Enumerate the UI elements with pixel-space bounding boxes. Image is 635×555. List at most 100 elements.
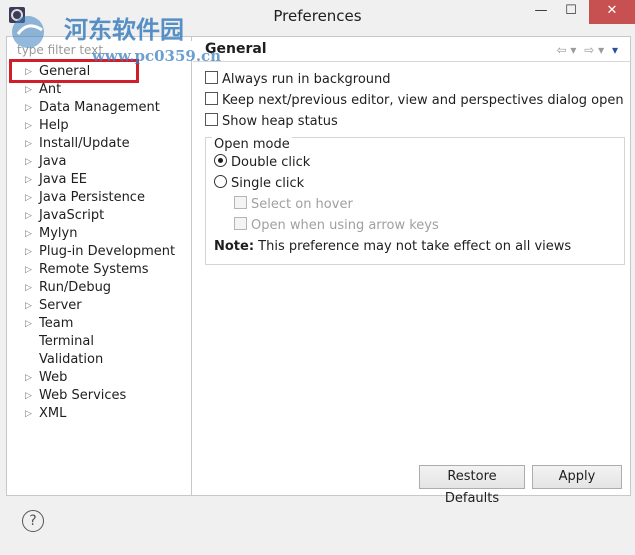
checkbox-icon[interactable] [205,113,218,126]
tree-item-label: Java Persistence [39,190,145,205]
checkbox-icon [234,196,247,209]
tree-item-label: XML [39,406,67,421]
tree-item-label: Mylyn [39,226,78,241]
minimize-button[interactable]: — [527,0,555,24]
title-separator [193,61,630,62]
tree-item-label: Remote Systems [39,262,149,277]
tree-item[interactable]: ▷ Java [7,153,191,171]
keep-editor-dialog-checkbox[interactable]: Keep next/previous editor, view and pers… [205,92,624,110]
tree-item-label: Plug-in Development [39,244,176,259]
back-arrow-icon[interactable]: ⇦ ▾ [557,43,577,57]
tree-item[interactable]: ▷ Install/Update [7,135,191,153]
tree-item[interactable]: ▷ Team [7,315,191,333]
radio-label: Double click [231,155,311,170]
always-run-background-checkbox[interactable]: Always run in background [205,71,391,89]
forward-arrow-icon[interactable]: ⇨ ▾ [584,43,604,57]
tree-item-label: JavaScript [39,208,105,223]
expand-arrow-icon[interactable]: ▷ [25,297,32,315]
tree-item[interactable]: ▷ Run/Debug [7,279,191,297]
tree-item[interactable]: ▷ Java Persistence [7,189,191,207]
title-bar: Preferences — ☐ ✕ [0,0,635,32]
note-body: This preference may not take effect on a… [254,239,572,254]
expand-arrow-icon[interactable]: ▷ [25,117,32,135]
tree-item-label: Terminal [39,334,94,349]
tree-item-label: Java [39,154,67,169]
single-click-radio[interactable]: Single click [214,175,304,193]
tree-item-label: Web Services [39,388,127,403]
checkbox-icon [234,217,247,230]
double-click-radio[interactable]: Double click [214,154,310,172]
help-icon[interactable]: ? [22,510,44,532]
checkbox-label: Show heap status [222,114,338,129]
tree-item[interactable]: ▷ Help [7,117,191,135]
expand-arrow-icon[interactable]: ▷ [25,315,32,333]
expand-arrow-icon[interactable]: ▷ [25,369,32,387]
apply-button[interactable]: Apply [532,465,622,489]
expand-arrow-icon[interactable]: ▷ [25,387,32,405]
checkbox-label: Select on hover [251,197,353,212]
expand-arrow-icon[interactable]: ▷ [25,99,32,117]
note-text: Note: This preference may not take effec… [214,238,571,256]
expand-arrow-icon[interactable]: ▷ [25,135,32,153]
tree-item[interactable]: Validation [7,351,191,369]
preference-tree-panel: type filter text ▷ General ▷ Ant ▷ Data Manag… [7,37,193,495]
expand-arrow-icon[interactable]: ▷ [25,81,32,99]
tree-item[interactable]: ▷ Server [7,297,191,315]
radio-icon[interactable] [214,175,227,188]
tree-item-label: Ant [39,82,62,97]
tree-item[interactable]: Terminal [7,333,191,351]
filter-input[interactable]: type filter text [11,41,193,59]
expand-arrow-icon[interactable]: ▷ [25,225,32,243]
restore-defaults-button[interactable]: Restore Defaults [419,465,525,506]
show-heap-status-checkbox[interactable]: Show heap status [205,113,338,131]
expand-arrow-icon[interactable]: ▷ [25,153,32,171]
tree-item-label: Help [39,118,69,133]
tree-item-label: Java EE [39,172,88,187]
view-menu-icon[interactable]: ▾ [612,43,618,57]
checkbox-label: Open when using arrow keys [251,218,439,233]
checkbox-icon[interactable] [205,71,218,84]
checkbox-icon[interactable] [205,92,218,105]
tree-item-label: Run/Debug [39,280,112,295]
tree-item[interactable]: ▷ Plug-in Development [7,243,191,261]
preference-page: General ⇦ ▾ ⇨ ▾ ▾ Always run in backgrou… [193,37,630,506]
tree-item-label: Install/Update [39,136,130,151]
tree-item[interactable]: ▷ Web [7,369,191,387]
page-nav: ⇦ ▾ ⇨ ▾ ▾ [553,43,619,57]
tree-item[interactable]: ▷ Mylyn [7,225,191,243]
maximize-button[interactable]: ☐ [557,0,585,24]
tree-item[interactable]: ▷ Java EE [7,171,191,189]
highlight-box [9,59,139,83]
tree-item[interactable]: ▷ XML [7,405,191,423]
note-label: Note: [214,239,255,254]
tree-item-label: Team [39,316,74,331]
tree-item-label: Server [39,298,82,313]
tree-item-label: Validation [39,352,104,367]
select-on-hover-checkbox: Select on hover [234,196,353,214]
tree-item-label: Web [39,370,68,385]
tree-item[interactable]: ▷ JavaScript [7,207,191,225]
open-arrow-keys-checkbox: Open when using arrow keys [234,217,439,235]
tree-item[interactable]: ▷ Remote Systems [7,261,191,279]
tree-item[interactable]: ▷ Web Services [7,387,191,405]
group-title: Open mode [212,137,292,152]
expand-arrow-icon[interactable]: ▷ [25,261,32,279]
expand-arrow-icon[interactable]: ▷ [25,405,32,423]
checkbox-label: Keep next/previous editor, view and pers… [222,93,624,108]
preference-tree: ▷ General ▷ Ant ▷ Data Management ▷ Help ▷ Instal… [7,63,191,423]
tree-item-label: Data Management [39,100,160,115]
radio-label: Single click [231,176,305,191]
checkbox-label: Always run in background [222,72,391,87]
expand-arrow-icon[interactable]: ▷ [25,279,32,297]
tree-item[interactable]: ▷ Ant [7,81,191,99]
expand-arrow-icon[interactable]: ▷ [25,171,32,189]
tree-item[interactable]: ▷ Data Management [7,99,191,117]
expand-arrow-icon[interactable]: ▷ [25,189,32,207]
open-mode-group: Open mode Double click Single click Sele… [205,137,625,265]
expand-arrow-icon[interactable]: ▷ [25,243,32,261]
preferences-body: type filter text ▷ General ▷ Ant ▷ Data Manag… [6,36,631,506]
page-title: General [205,41,267,57]
close-button[interactable]: ✕ [589,0,635,24]
radio-icon[interactable] [214,154,227,167]
expand-arrow-icon[interactable]: ▷ [25,207,32,225]
